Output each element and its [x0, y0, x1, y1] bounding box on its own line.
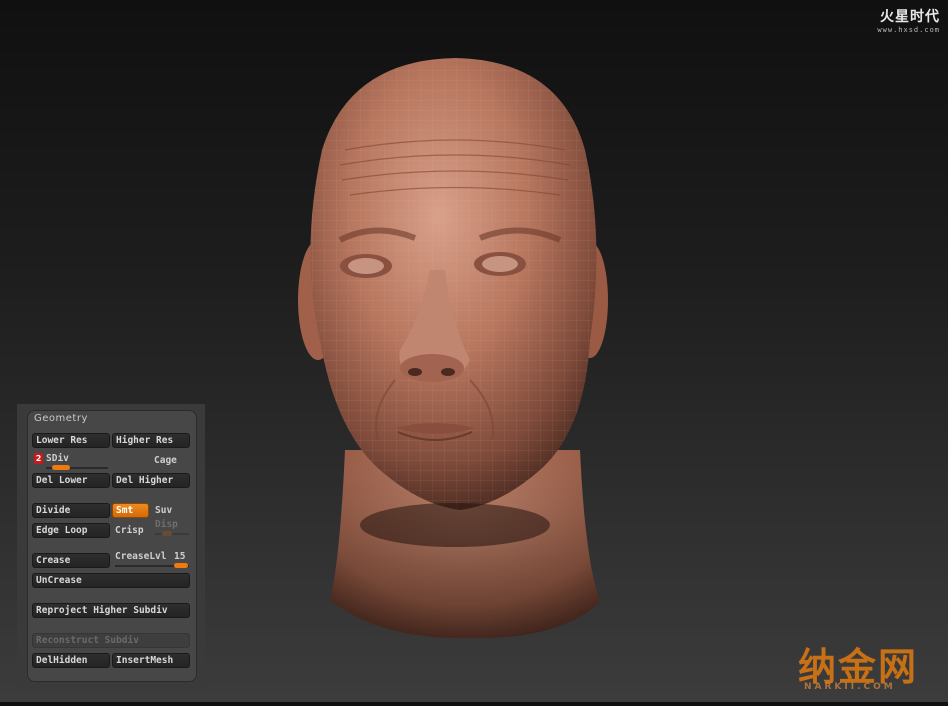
- suv-toggle[interactable]: Suv: [155, 505, 172, 517]
- higher-res-button[interactable]: Higher Res: [112, 433, 190, 448]
- crease-lvl-value: 15: [174, 551, 186, 562]
- disp-slider-knob: [162, 531, 172, 536]
- geometry-title[interactable]: Geometry: [34, 413, 88, 427]
- insert-mesh-button[interactable]: InsertMesh: [112, 653, 190, 668]
- divide-button[interactable]: Divide: [32, 503, 110, 518]
- narkii-watermark: 纳金网 NARKII.COM: [798, 636, 938, 694]
- narkii-site: NARKII.COM: [804, 682, 896, 692]
- lower-res-button[interactable]: Lower Res: [32, 433, 110, 448]
- edge-loop-button[interactable]: Edge Loop: [32, 523, 110, 538]
- del-lower-button[interactable]: Del Lower: [32, 473, 110, 488]
- hxsd-brand: 火星时代: [880, 9, 940, 25]
- sdiv-value: 2: [34, 453, 43, 464]
- disp-slider-label: Disp: [155, 519, 178, 530]
- sdiv-label: SDiv: [46, 453, 69, 464]
- geometry-panel: Geometry Lower Res Higher Res 2 SDiv Cag…: [27, 410, 197, 682]
- crisp-toggle[interactable]: Crisp: [115, 525, 144, 537]
- disp-slider: [155, 533, 189, 535]
- crease-lvl-slider-knob[interactable]: [174, 563, 188, 568]
- hxsd-site: www.hxsd.com: [877, 26, 940, 34]
- del-hidden-button[interactable]: DelHidden: [32, 653, 110, 668]
- cage-button[interactable]: Cage: [154, 455, 177, 467]
- crease-button[interactable]: Crease: [32, 553, 110, 568]
- reconstruct-subdiv-button: Reconstruct Subdiv: [32, 633, 190, 648]
- uncrease-button[interactable]: UnCrease: [32, 573, 190, 588]
- reproject-higher-subdiv-button[interactable]: Reproject Higher Subdiv: [32, 603, 190, 618]
- hxsd-watermark: 火星时代 www.hxsd.com: [832, 6, 940, 36]
- geometry-panel-frame: Geometry Lower Res Higher Res 2 SDiv Cag…: [17, 404, 205, 688]
- crease-lvl-label: CreaseLvl: [115, 551, 167, 562]
- sdiv-slider-knob[interactable]: [52, 465, 70, 470]
- del-higher-button[interactable]: Del Higher: [112, 473, 190, 488]
- smt-toggle[interactable]: Smt: [112, 503, 149, 518]
